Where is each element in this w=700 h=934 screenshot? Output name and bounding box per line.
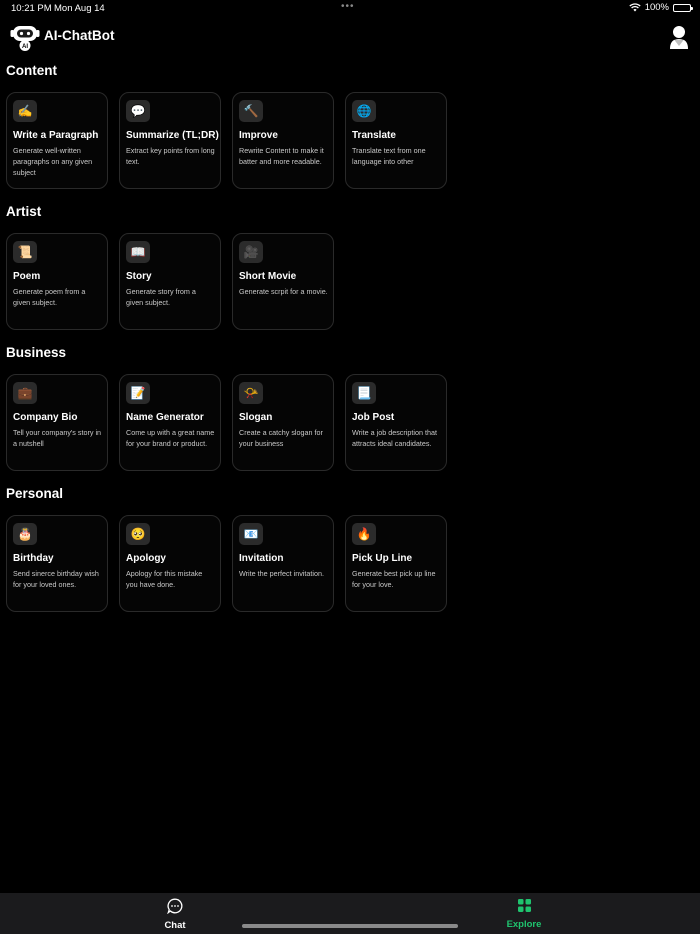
section-title: Personal [6, 486, 64, 501]
status-bar: 10:21 PM Mon Aug 14 ••• 100% [0, 0, 700, 18]
card-title: Job Post [352, 412, 395, 423]
tab-chat[interactable]: Chat [145, 898, 205, 931]
status-date: Mon Aug 14 [54, 3, 105, 14]
card-title: Slogan [239, 412, 273, 423]
card-title: Translate [352, 130, 396, 141]
card-description: Rewrite Content to make it batter and mo… [239, 146, 324, 166]
robot-logo-icon: AI [10, 26, 40, 51]
horn-icon: 📯 [239, 382, 263, 404]
card-job-post[interactable]: 📃 Job Post Write a job description that … [345, 374, 447, 471]
card-grid: 🎂 Birthday Send sinerce birthday wish fo… [6, 515, 447, 612]
tab-explore-label: Explore [506, 919, 542, 930]
card-description: Generate scrpit for a movie. [239, 287, 328, 296]
card-translate[interactable]: 🌐 Translate Translate text from one lang… [345, 92, 447, 189]
card-title: Apology [126, 553, 166, 564]
birthday-cake-icon: 🎂 [13, 523, 37, 545]
chat-bubble-icon [167, 898, 183, 915]
card-description: Translate text from one language into ot… [352, 146, 426, 166]
globe-icon: 🌐 [352, 100, 376, 122]
battery-icon [673, 3, 693, 12]
status-right: 100% [629, 2, 693, 13]
logo-badge: AI [22, 44, 28, 50]
card-description: Come up with a great name for your brand… [126, 428, 215, 448]
card-title: Story [126, 271, 152, 282]
section-title: Business [6, 345, 67, 360]
grid-icon [517, 899, 531, 912]
card-short-movie[interactable]: 🎥 Short Movie Generate scrpit for a movi… [232, 233, 334, 330]
card-description: Extract key points from long text. [126, 146, 215, 166]
card-description: Write a job description that attracts id… [352, 428, 437, 448]
writing-hand-icon: ✍️ [13, 100, 37, 122]
card-birthday[interactable]: 🎂 Birthday Send sinerce birthday wish fo… [6, 515, 108, 612]
card-pick-up-line[interactable]: 🔥 Pick Up Line Generate best pick up lin… [345, 515, 447, 612]
home-indicator [242, 924, 458, 928]
open-book-icon: 📖 [126, 241, 150, 263]
card-title: Summarize (TL;DR) [126, 130, 219, 141]
card-poem[interactable]: 📜 Poem Generate poem from a given subjec… [6, 233, 108, 330]
status-time: 10:21 PM [11, 3, 52, 14]
card-description: Create a catchy slogan for your business [239, 428, 323, 448]
card-title: Pick Up Line [352, 553, 413, 564]
battery-percent: 100% [644, 2, 669, 13]
card-write-paragraph[interactable]: ✍️ Write a Paragraph Generate well-writt… [6, 92, 108, 189]
tab-explore[interactable]: Explore [494, 898, 554, 930]
card-title: Company Bio [13, 412, 78, 423]
card-improve[interactable]: 🔨 Improve Rewrite Content to make it bat… [232, 92, 334, 189]
card-description: Generate best pick up line for your love… [352, 569, 436, 589]
card-grid: 💼 Company Bio Tell your company's story … [6, 374, 447, 471]
speech-bubble-icon: 💬 [126, 100, 150, 122]
multitasking-dots-icon[interactable]: ••• [341, 1, 355, 12]
app-header: AI AI-ChatBot [0, 20, 700, 54]
card-title: Short Movie [239, 271, 297, 282]
hammer-icon: 🔨 [239, 100, 263, 122]
pleading-face-icon: 🥺 [126, 523, 150, 545]
card-title: Improve [239, 130, 278, 141]
movie-camera-icon: 🎥 [239, 241, 263, 263]
card-description: Generate story from a given subject. [126, 287, 196, 307]
card-description: Write the perfect invitation. [239, 569, 324, 578]
profile-icon[interactable] [668, 24, 690, 50]
document-icon: 📃 [352, 382, 376, 404]
envelope-icon: 📧 [239, 523, 263, 545]
app-title: AI-ChatBot [44, 28, 115, 43]
card-name-generator[interactable]: 📝 Name Generator Come up with a great na… [119, 374, 221, 471]
card-description: Tell your company's story in a nutshell [13, 428, 102, 448]
scroll-icon: 📜 [13, 241, 37, 263]
card-description: Generate well-written paragraphs on any … [13, 146, 93, 177]
card-description: Send sinerce birthday wish for your love… [13, 569, 99, 589]
tab-chat-label: Chat [164, 920, 186, 931]
card-grid: ✍️ Write a Paragraph Generate well-writt… [6, 92, 447, 189]
card-slogan[interactable]: 📯 Slogan Create a catchy slogan for your… [232, 374, 334, 471]
memo-icon: 📝 [126, 382, 150, 404]
card-title: Poem [13, 271, 41, 282]
card-title: Invitation [239, 553, 284, 564]
wifi-icon [629, 3, 641, 12]
card-apology[interactable]: 🥺 Apology Apology for this mistake you h… [119, 515, 221, 612]
card-company-bio[interactable]: 💼 Company Bio Tell your company's story … [6, 374, 108, 471]
card-story[interactable]: 📖 Story Generate story from a given subj… [119, 233, 221, 330]
card-description: Apology for this mistake you have done. [126, 569, 203, 589]
card-invitation[interactable]: 📧 Invitation Write the perfect invitatio… [232, 515, 334, 612]
card-title: Write a Paragraph [13, 130, 99, 141]
card-summarize[interactable]: 💬 Summarize (TL;DR) Extract key points f… [119, 92, 221, 189]
card-description: Generate poem from a given subject. [13, 287, 86, 307]
card-title: Birthday [13, 553, 54, 564]
fire-icon: 🔥 [352, 523, 376, 545]
briefcase-icon: 💼 [13, 382, 37, 404]
card-grid: 📜 Poem Generate poem from a given subjec… [6, 233, 334, 330]
section-title: Artist [6, 204, 42, 219]
card-title: Name Generator [126, 412, 204, 423]
section-title: Content [6, 63, 57, 78]
